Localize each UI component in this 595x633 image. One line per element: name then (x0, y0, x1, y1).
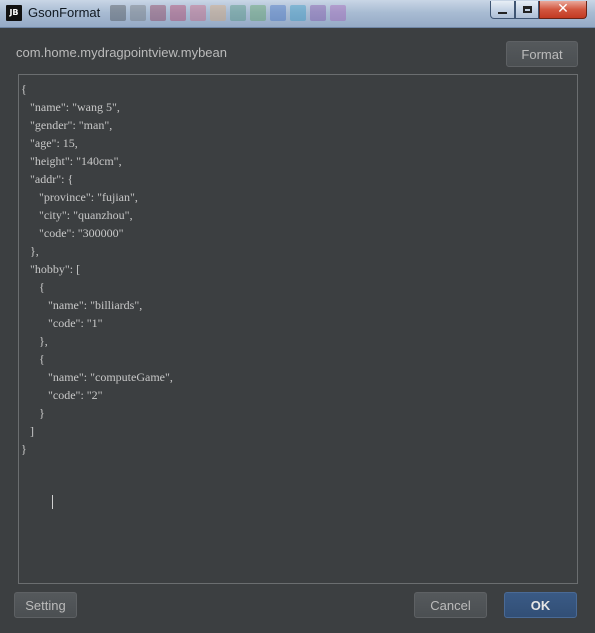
class-name-label: com.home.mydragpointview.mybean (16, 45, 227, 60)
json-text[interactable]: { "name": "wang 5", "gender": "man", "ag… (21, 80, 173, 458)
window-title: GsonFormat (28, 5, 101, 20)
text-caret (52, 495, 53, 509)
taskbar-reflection (110, 2, 380, 24)
json-editor-surface[interactable]: { "name": "wang 5", "gender": "man", "ag… (19, 75, 577, 583)
cancel-button[interactable]: Cancel (414, 592, 487, 618)
ok-button[interactable]: OK (504, 592, 577, 618)
close-button[interactable]: ✕ (539, 1, 587, 19)
maximize-icon (522, 6, 532, 13)
close-icon: ✕ (557, 1, 569, 17)
format-button[interactable]: Format (506, 41, 578, 67)
minimize-icon (498, 11, 507, 14)
json-editor[interactable]: { "name": "wang 5", "gender": "man", "ag… (18, 74, 578, 584)
title-bar[interactable]: JB GsonFormat ✕ (0, 0, 595, 28)
setting-button[interactable]: Setting (14, 592, 77, 618)
minimize-button[interactable] (490, 1, 515, 19)
jetbrains-logo-icon: JB (6, 5, 22, 21)
maximize-button[interactable] (515, 1, 539, 19)
